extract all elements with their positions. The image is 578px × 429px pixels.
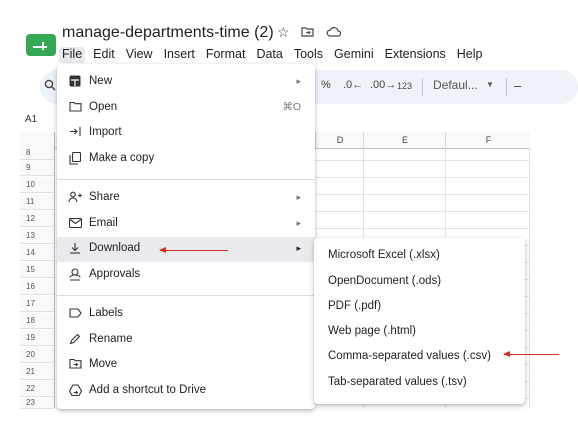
font-family-select[interactable]: Defaul... xyxy=(433,78,478,92)
menu-view[interactable]: View xyxy=(126,47,153,63)
annotation-arrow xyxy=(159,247,228,253)
folder-icon xyxy=(68,101,82,115)
toolbar-divider xyxy=(506,78,507,96)
download-html[interactable]: Web page (.html) xyxy=(328,325,416,337)
pencil-icon xyxy=(68,333,82,347)
menu-item-labels[interactable]: Labels xyxy=(57,302,315,327)
submenu-arrow-icon: ▸ xyxy=(296,192,301,202)
row-header[interactable]: 18 xyxy=(20,313,54,329)
menu-separator xyxy=(57,295,315,296)
toolbar-divider xyxy=(422,78,423,96)
format-percent-button[interactable]: % xyxy=(321,79,331,91)
row-header[interactable]: 12 xyxy=(20,211,54,227)
label-icon xyxy=(68,307,82,321)
grid-line xyxy=(529,148,530,408)
row-header[interactable]: 8 xyxy=(20,148,54,160)
annotation-arrow xyxy=(503,351,559,357)
sheets-logo[interactable] xyxy=(26,34,56,56)
row-header[interactable]: 22 xyxy=(20,381,54,397)
decrease-decimal-button[interactable]: .0← xyxy=(343,79,363,91)
star-icon[interactable]: ☆ xyxy=(277,24,290,41)
new-sheet-icon xyxy=(68,75,82,89)
menu-item-label: Rename xyxy=(89,333,133,345)
menu-item-label: Open xyxy=(89,101,118,113)
download-tsv[interactable]: Tab-separated values (.tsv) xyxy=(328,376,467,388)
submenu-arrow-icon: ▸ xyxy=(296,218,301,228)
row-header[interactable]: 14 xyxy=(20,245,54,261)
menu-item-label: New xyxy=(89,75,113,87)
email-icon xyxy=(68,217,82,231)
row-header[interactable]: 15 xyxy=(20,262,54,278)
menu-item-label: Approvals xyxy=(89,268,141,280)
menu-item-open[interactable]: Open ⌘O xyxy=(57,96,315,121)
download-pdf[interactable]: PDF (.pdf) xyxy=(328,300,381,312)
menu-item-label: Add a shortcut to Drive xyxy=(89,384,206,396)
row-header[interactable]: 23 xyxy=(20,398,54,409)
menu-item-move[interactable]: Move xyxy=(57,353,315,378)
menu-item-add-shortcut[interactable]: Add a shortcut to Drive xyxy=(57,379,315,404)
row-header[interactable]: 9 xyxy=(20,160,54,176)
approvals-icon xyxy=(68,268,82,282)
row-header[interactable]: 10 xyxy=(20,177,54,193)
move-to-folder-icon[interactable] xyxy=(301,24,314,40)
menu-file[interactable]: File xyxy=(59,47,86,63)
menu-tools[interactable]: Tools xyxy=(294,47,323,63)
menu-item-label: Share xyxy=(89,191,120,203)
cloud-status-icon[interactable] xyxy=(326,24,342,40)
menu-edit[interactable]: Edit xyxy=(93,47,115,63)
menu-gemini[interactable]: Gemini xyxy=(334,47,374,63)
copy-icon xyxy=(68,151,82,166)
row-header[interactable]: 11 xyxy=(20,194,54,210)
menu-item-approvals[interactable]: Approvals xyxy=(57,263,315,288)
document-title[interactable]: manage-departments-time (2) xyxy=(62,24,274,42)
number-format-button[interactable]: 123 xyxy=(397,81,412,91)
menu-extensions[interactable]: Extensions xyxy=(385,47,446,63)
shortcut-hint: ⌘O xyxy=(282,101,301,113)
menu-data[interactable]: Data xyxy=(256,47,282,63)
share-icon xyxy=(68,191,82,205)
menu-separator xyxy=(57,179,315,180)
menu-item-label: Move xyxy=(89,358,118,370)
row-header[interactable]: 19 xyxy=(20,330,54,346)
chevron-down-icon[interactable]: ▼ xyxy=(486,80,494,89)
row-header[interactable]: 20 xyxy=(20,347,54,363)
search-menus-icon[interactable] xyxy=(44,79,56,94)
menu-item-new[interactable]: New ▸ xyxy=(57,70,315,95)
download-xlsx[interactable]: Microsoft Excel (.xlsx) xyxy=(328,249,440,261)
download-icon xyxy=(68,242,82,256)
menu-item-import[interactable]: Import xyxy=(57,121,315,146)
menu-item-share[interactable]: Share ▸ xyxy=(57,186,315,211)
menu-item-label: Make a copy xyxy=(89,152,155,164)
menu-item-email[interactable]: Email ▸ xyxy=(57,212,315,237)
download-ods[interactable]: OpenDocument (.ods) xyxy=(328,275,441,287)
submenu-arrow-icon: ▸ xyxy=(296,243,301,253)
download-csv[interactable]: Comma-separated values (.csv) xyxy=(328,350,491,362)
import-icon xyxy=(68,126,82,140)
menu-bar: File Edit View Insert Format Data Tools … xyxy=(59,47,494,63)
menu-item-label: Download xyxy=(89,242,141,254)
name-box[interactable]: A1 xyxy=(25,114,37,125)
drive-shortcut-icon xyxy=(68,384,82,398)
column-header-f[interactable]: F xyxy=(445,132,531,148)
column-header-d[interactable]: D xyxy=(315,132,364,148)
move-folder-icon xyxy=(68,358,82,372)
row-header[interactable]: 21 xyxy=(20,364,54,380)
submenu-arrow-icon: ▸ xyxy=(296,76,301,86)
row-header-border xyxy=(54,132,55,408)
menu-item-rename[interactable]: Rename xyxy=(57,328,315,353)
decrease-font-size-button[interactable]: – xyxy=(514,78,521,93)
menu-item-label: Labels xyxy=(89,307,123,319)
row-header[interactable]: 16 xyxy=(20,279,54,295)
menu-help[interactable]: Help xyxy=(457,47,483,63)
menu-insert[interactable]: Insert xyxy=(164,47,195,63)
row-header[interactable]: 17 xyxy=(20,296,54,312)
menu-item-make-a-copy[interactable]: Make a copy xyxy=(57,147,315,172)
menu-item-label: Import xyxy=(89,126,122,138)
row-header[interactable]: 13 xyxy=(20,228,54,244)
column-header-e[interactable]: E xyxy=(363,132,446,148)
menu-item-label: Email xyxy=(89,217,118,229)
increase-decimal-button[interactable]: .00→ xyxy=(370,79,396,91)
menu-format[interactable]: Format xyxy=(206,47,246,63)
